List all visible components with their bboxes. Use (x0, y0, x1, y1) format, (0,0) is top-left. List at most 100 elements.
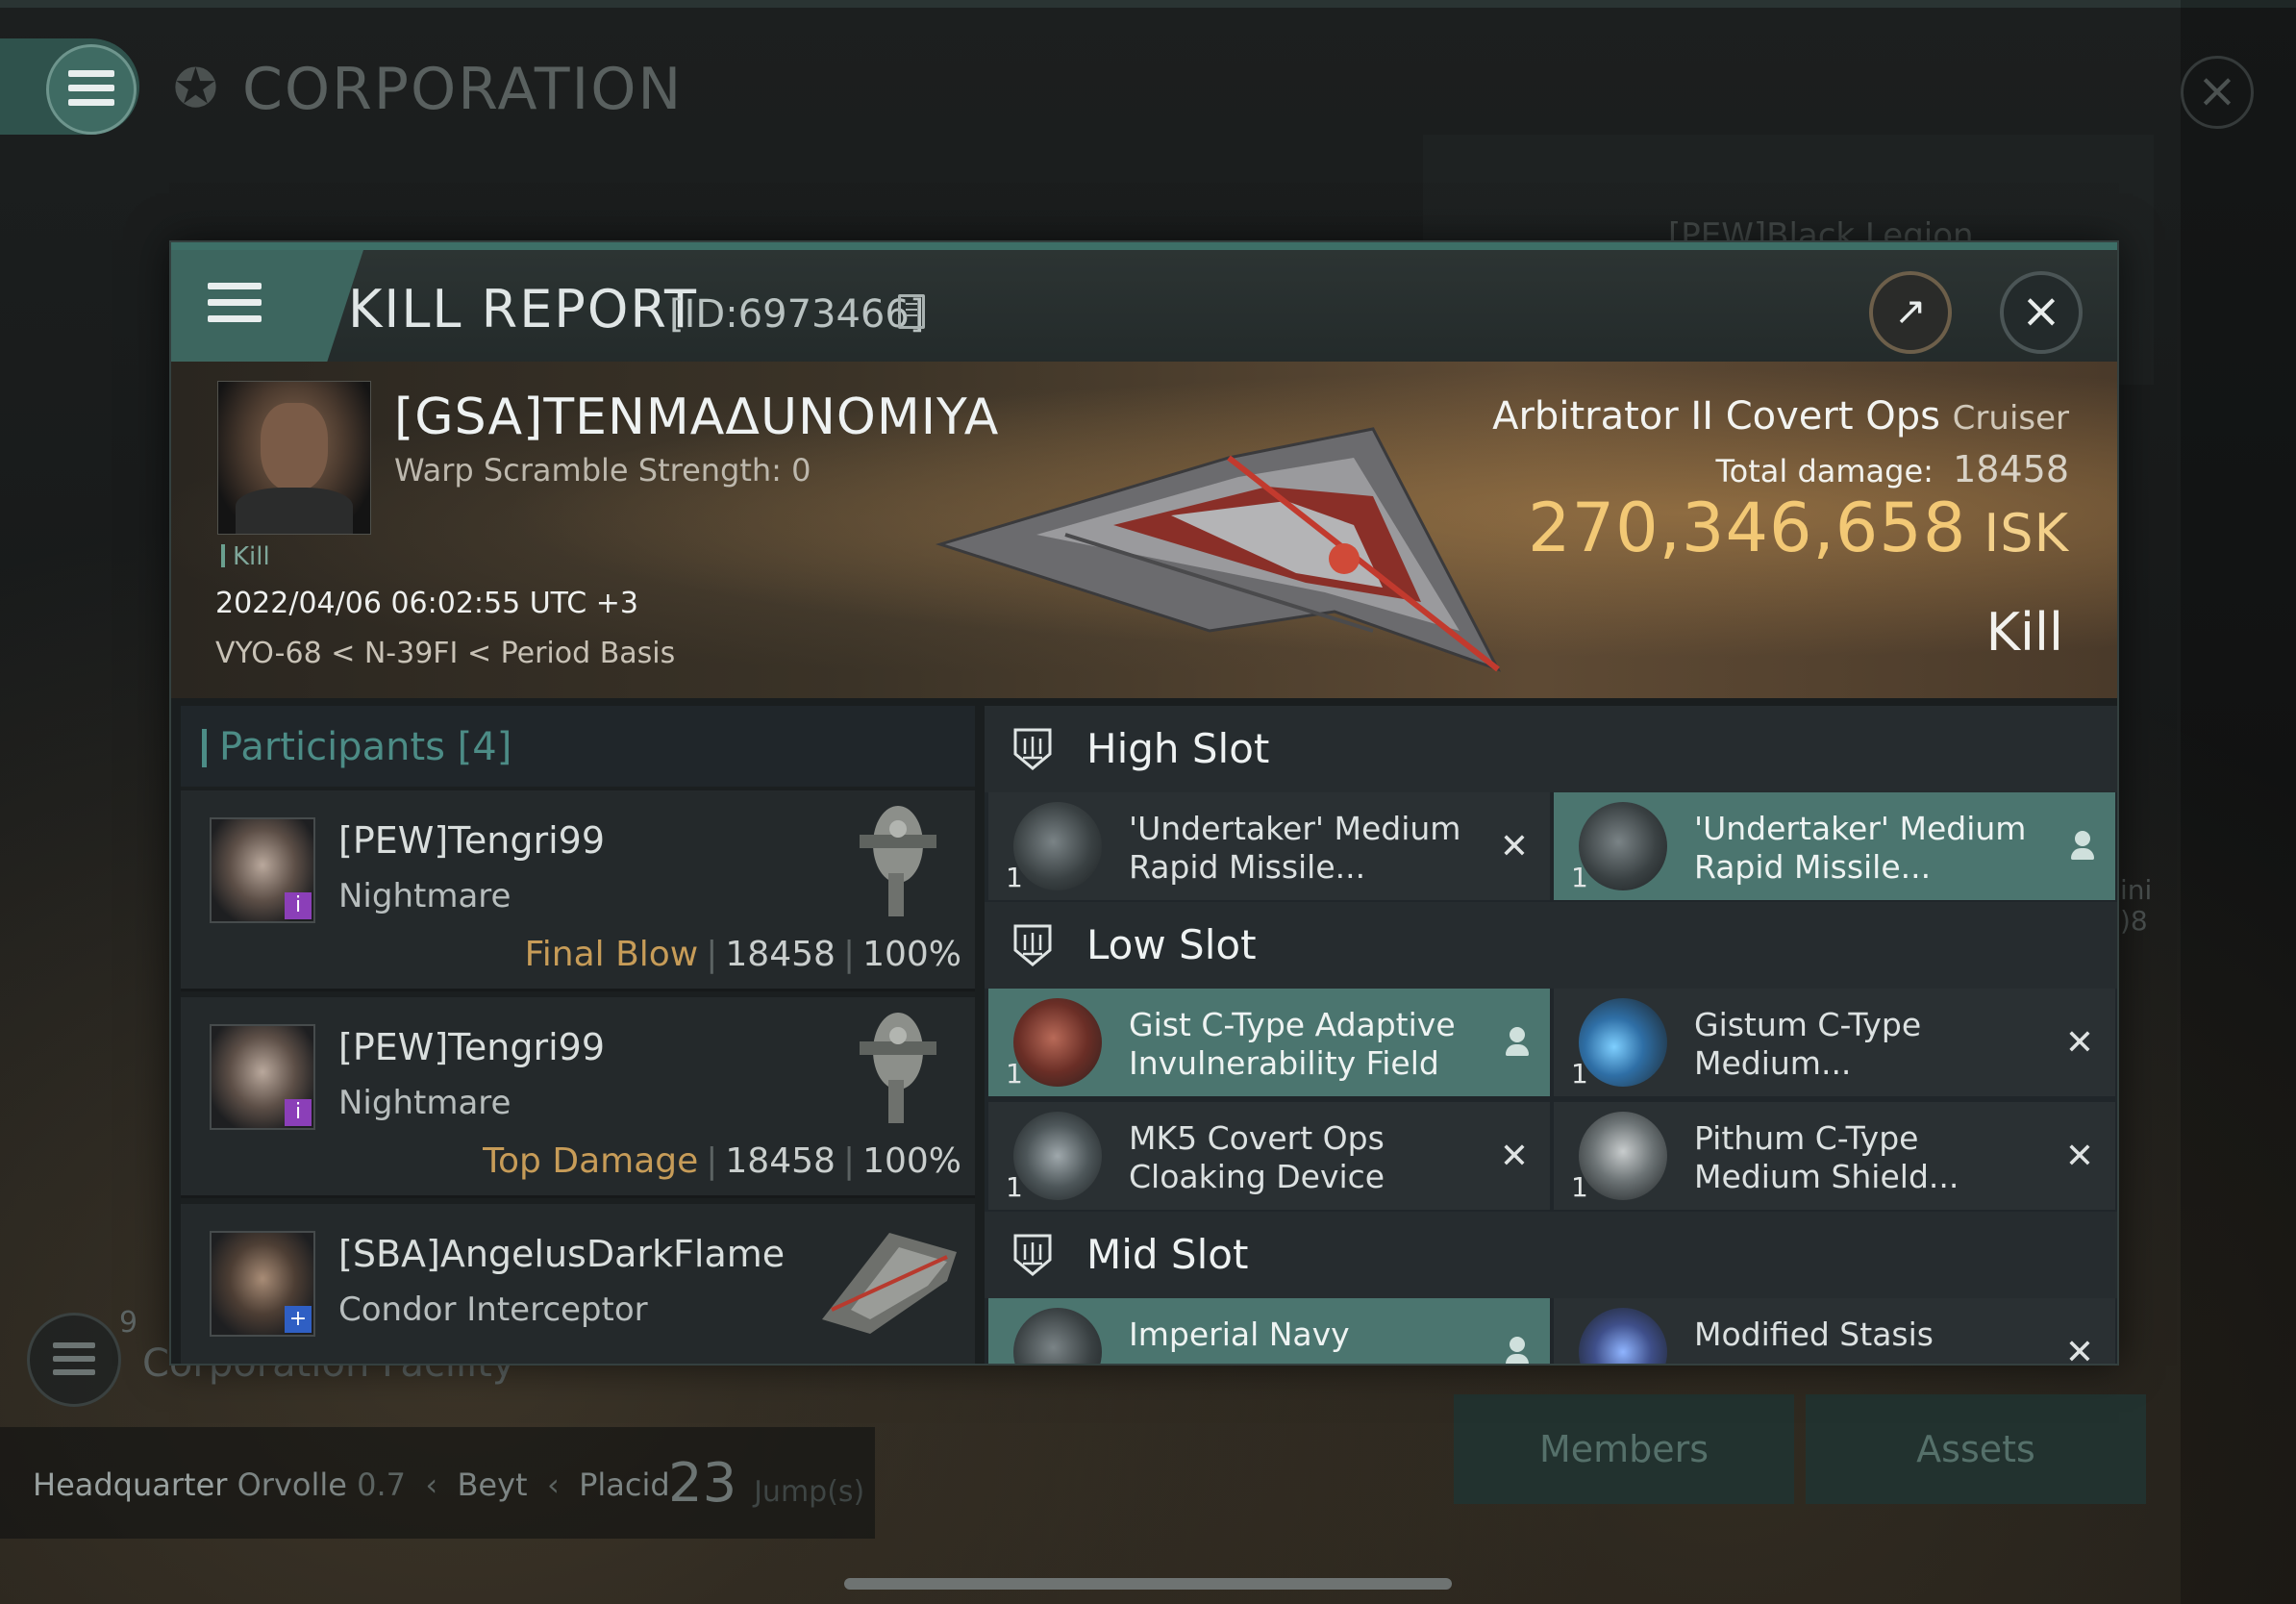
participant-name: [SBA]AngelusDarkFlame (338, 1233, 786, 1275)
ship-class: Cruiser (1952, 399, 2069, 438)
participant-stats: Top Damage | 18458 | 100% (483, 1141, 961, 1181)
isk-unit: ISK (1984, 503, 2069, 564)
participant-damage: 18458 (725, 1141, 836, 1181)
ship-name: Arbitrator II Covert Ops (1492, 394, 1940, 439)
jumps-value: 23 (668, 1452, 737, 1515)
shield-extender-icon (1579, 1112, 1667, 1200)
participant-row[interactable]: i [PEW]Tengri99 Nightmare Final Blow | 184… (181, 790, 975, 991)
participants-panel: Participants [4] i [PEW]Tengri99 Nightma… (181, 706, 975, 1364)
module-quantity: 1 (1571, 1171, 1588, 1203)
headquarter-info: Headquarter Orvolle 0.7 ‹ Beyt ‹ Placid (33, 1466, 670, 1503)
stat-separator: | (842, 935, 856, 974)
participant-ship: Nightmare (338, 877, 512, 915)
slot-shield-icon (1013, 924, 1052, 966)
participants-title[interactable]: Participants [4] (201, 725, 512, 769)
corp-menu-button[interactable] (0, 38, 139, 135)
module-item[interactable]: 1 MK5 Covert Ops Cloaking Device ✕ (988, 1102, 1550, 1210)
participant-ship-image (822, 1233, 957, 1334)
module-name: Imperial Navy (1129, 1316, 1350, 1353)
stat-separator: | (842, 1141, 856, 1181)
participant-role: Top Damage (483, 1141, 699, 1181)
jumps-count: 23 Jump(s) (668, 1452, 864, 1515)
victim-ship[interactable]: Arbitrator II Covert Ops Cruiser (1492, 394, 2069, 439)
home-indicator[interactable] (844, 1578, 1452, 1590)
copy-icon[interactable] (898, 294, 925, 329)
members-button[interactable]: Members (1454, 1394, 1794, 1504)
module-item[interactable]: 1 Imperial Navy (988, 1298, 1550, 1364)
fitting-panel: High Slot 1 'Undertaker' Medium Rapid Mi… (985, 706, 2117, 1364)
participant-avatar[interactable]: + (210, 1231, 315, 1337)
participant-row[interactable]: i [PEW]Tengri99 Nightmare Top Damage | 184… (181, 997, 975, 1198)
victim-name[interactable]: [GSA]TENMAΔUNOMIYA (394, 388, 999, 446)
module-item[interactable]: 1 Pithum C-Type Medium Shield... ✕ (1554, 1102, 2115, 1210)
headquarter-system[interactable]: Orvolle (237, 1466, 347, 1503)
facility-button[interactable] (27, 1313, 121, 1407)
module-item[interactable]: 1 Modified Stasis ✕ (1554, 1298, 2115, 1366)
module-name: Modified Stasis (1694, 1316, 1934, 1353)
share-icon: ↗ (1894, 289, 1927, 334)
module-name: Gistum C-Type Medium... (1694, 1006, 1922, 1082)
isk-value: 270,346,658 ISK (1528, 489, 2069, 567)
portrait-body (236, 488, 353, 534)
mid-slot-title: Mid Slot (1086, 1231, 1249, 1278)
dropped-person-icon (1506, 1027, 1529, 1058)
corp-menu-circle[interactable] (46, 44, 137, 135)
breadcrumb-separator: ‹ (537, 1466, 569, 1503)
assets-button[interactable]: Assets (1806, 1394, 2146, 1504)
kill-report-header: KILL REPORT [ID:6973466] ↗ × (171, 242, 2117, 369)
module-quantity: 1 (1571, 862, 1588, 893)
kill-report-modal: KILL REPORT [ID:6973466] ↗ × [GSA]TENMAΔ… (169, 240, 2119, 1366)
stat-separator: | (706, 1141, 718, 1181)
corp-close-button[interactable]: × (2181, 56, 2254, 129)
kill-datetime: 2022/04/06 06:02:55 UTC +3 (215, 587, 638, 620)
module-quantity: 1 (1006, 862, 1023, 893)
kill-result: Kill (1985, 602, 2063, 663)
cloaking-device-icon (1013, 1112, 1102, 1200)
module-item[interactable]: 1 'Undertaker' Medium Rapid Missile... ✕ (988, 792, 1550, 900)
module-item[interactable]: 1 'Undertaker' Medium Rapid Missile... (1554, 792, 2115, 900)
module-quantity: 1 (1571, 1058, 1588, 1090)
kill-report-menu-button[interactable] (171, 250, 315, 362)
kill-tag: Kill (221, 542, 270, 571)
participant-ship: Condor Interceptor (338, 1291, 648, 1329)
destroyed-icon: ✕ (2064, 1333, 2094, 1366)
participant-percent: 100% (862, 935, 961, 974)
kill-location[interactable]: VYO-68 < N-39FI < Period Basis (215, 637, 675, 670)
victim-ship-image[interactable] (921, 390, 1517, 679)
victim-panel: [GSA]TENMAΔUNOMIYA Warp Scramble Strengt… (171, 362, 2117, 698)
menu-icon (68, 70, 114, 106)
participant-damage: 18458 (725, 935, 836, 974)
total-damage-label: Total damage: (1715, 453, 1934, 489)
share-button[interactable]: ↗ (1869, 271, 1952, 354)
module-quantity: 1 (1006, 1171, 1023, 1203)
headquarter-constellation: Beyt (457, 1466, 528, 1503)
jumps-unit: Jump(s) (754, 1475, 865, 1509)
invulnerability-field-icon (1013, 998, 1102, 1087)
warp-scramble-strength: Warp Scramble Strength: 0 (394, 452, 811, 489)
corporation-title: CORPORATION (242, 56, 684, 123)
shield-booster-icon (1579, 998, 1667, 1087)
high-slot-header: High Slot (985, 706, 2117, 792)
stasis-webifier-icon (1579, 1308, 1667, 1364)
participant-badge: i (285, 892, 312, 919)
participant-stats: Final Blow | 18458 | 100% (525, 935, 961, 974)
isk-amount: 270,346,658 (1528, 489, 1967, 567)
module-name: Gist C-Type Adaptive Invulnerability Fie… (1129, 1006, 1456, 1082)
close-button[interactable]: × (2000, 271, 2083, 354)
module-name: 'Undertaker' Medium Rapid Missile... (1694, 810, 2027, 886)
participant-avatar[interactable]: i (210, 1024, 315, 1130)
victim-portrait[interactable] (217, 381, 371, 535)
stat-separator: | (706, 935, 718, 974)
module-item[interactable]: 1 Gist C-Type Adaptive Invulnerability F… (988, 989, 1550, 1096)
close-icon: × (2197, 63, 2237, 118)
participant-ship-image (860, 1013, 936, 1123)
module-name: MK5 Covert Ops Cloaking Device (1129, 1119, 1385, 1195)
top-status-line (0, 0, 2296, 8)
destroyed-icon: ✕ (2064, 1023, 2094, 1063)
dropped-person-icon (1506, 1337, 1529, 1364)
participant-row[interactable]: + [SBA]AngelusDarkFlame Condor Intercept… (181, 1204, 975, 1364)
participant-avatar[interactable]: i (210, 817, 315, 923)
module-quantity: 1 (1006, 1058, 1023, 1090)
module-item[interactable]: 1 Gistum C-Type Medium... ✕ (1554, 989, 2115, 1096)
missile-launcher-icon (1579, 802, 1667, 890)
